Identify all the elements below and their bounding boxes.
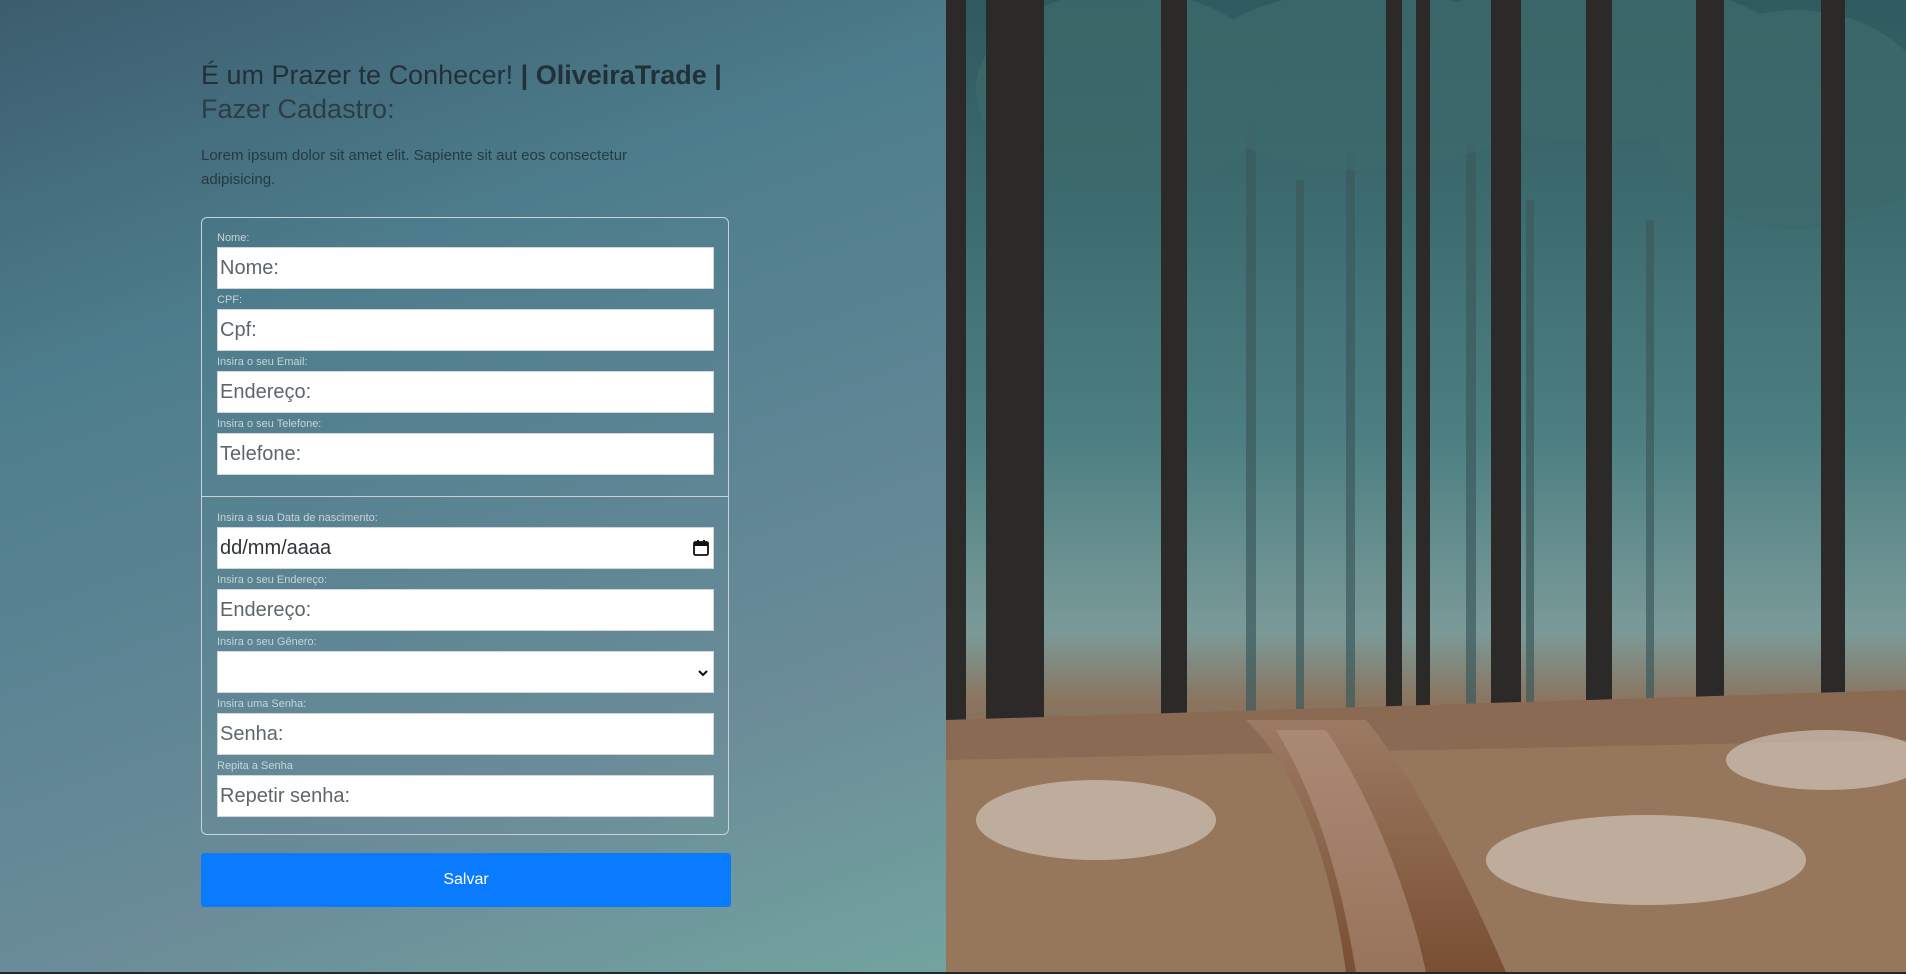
- email-placeholder: Endereço:: [220, 380, 312, 403]
- intro-text: Lorem ipsum dolor sit amet elit. Sapient…: [201, 147, 628, 188]
- email-input[interactable]: Endereço:: [217, 371, 714, 413]
- email-field-group: Insira o seu Email: Endereço:: [217, 356, 714, 413]
- cpf-field-group: CPF: Cpf:: [217, 294, 714, 351]
- brand-name: | OliveiraTrade |: [520, 60, 722, 90]
- phone-label: Insira o seu Telefone:: [217, 418, 322, 430]
- name-placeholder: Nome:: [220, 256, 279, 279]
- name-input[interactable]: Nome:: [217, 247, 714, 289]
- name-field-group: Nome: Nome:: [217, 232, 714, 289]
- phone-placeholder: Telefone:: [220, 442, 302, 465]
- cpf-input[interactable]: Cpf:: [217, 309, 714, 351]
- chevron-down-icon: [698, 670, 708, 677]
- birthdate-field-group: Insira a sua Data de nascimento: dd/mm/a…: [217, 512, 714, 569]
- address-input[interactable]: Endereço:: [217, 589, 714, 631]
- birthdate-placeholder: dd/mm/aaaa: [220, 536, 332, 559]
- address-field-group: Insira o seu Endereço: Endereço:: [217, 574, 714, 631]
- page-title: É um Prazer te Conhecer! | OliveiraTrade…: [201, 58, 731, 126]
- email-label: Insira o seu Email:: [217, 356, 308, 368]
- repeat-password-input[interactable]: Repetir senha:: [217, 775, 714, 817]
- calendar-icon[interactable]: [692, 539, 710, 557]
- forest-photo: [946, 0, 1906, 972]
- page-subtitle: Fazer Cadastro:: [201, 94, 395, 124]
- repeat-password-field-group: Repita a Senha Repetir senha:: [217, 760, 714, 817]
- password-input[interactable]: Senha:: [217, 713, 714, 755]
- birthdate-input[interactable]: dd/mm/aaaa: [217, 527, 714, 569]
- gender-select[interactable]: [217, 651, 714, 693]
- save-button[interactable]: Salvar: [201, 853, 731, 907]
- gender-field-group: Insira o seu Gênero:: [217, 636, 714, 693]
- password-placeholder: Senha:: [220, 722, 284, 745]
- password-field-group: Insira uma Senha: Senha:: [217, 698, 714, 755]
- cpf-label: CPF:: [217, 294, 243, 306]
- phone-input[interactable]: Telefone:: [217, 433, 714, 475]
- address-placeholder: Endereço:: [220, 598, 312, 621]
- name-label: Nome:: [217, 232, 250, 244]
- form-panel: É um Prazer te Conhecer! | OliveiraTrade…: [0, 0, 946, 974]
- password-label: Insira uma Senha:: [217, 698, 307, 710]
- gender-label: Insira o seu Gênero:: [217, 636, 317, 648]
- phone-field-group: Insira o seu Telefone: Telefone:: [217, 418, 714, 475]
- registration-form: Nome: Nome: CPF: Cpf: Insira o seu Email…: [201, 217, 729, 835]
- repeat-password-label: Repita a Senha: [217, 760, 293, 772]
- repeat-password-placeholder: Repetir senha:: [220, 784, 351, 807]
- title-prefix: É um Prazer te Conhecer!: [201, 60, 514, 90]
- form-divider: [202, 496, 728, 497]
- birthdate-label: Insira a sua Data de nascimento:: [217, 512, 378, 524]
- cpf-placeholder: Cpf:: [220, 318, 257, 341]
- address-label: Insira o seu Endereço:: [217, 574, 328, 586]
- forest-illustration: [946, 0, 1906, 972]
- form-header: É um Prazer te Conhecer! | OliveiraTrade…: [201, 58, 731, 192]
